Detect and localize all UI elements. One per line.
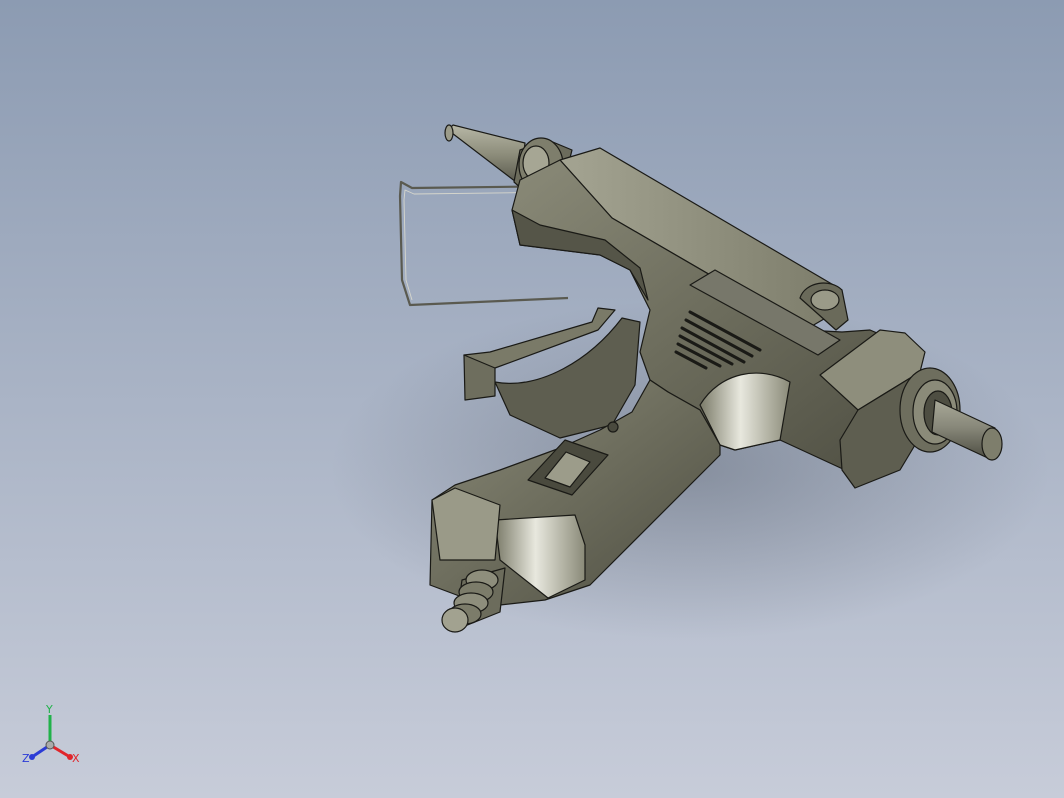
triad-z-label: Z <box>22 752 30 765</box>
model-canvas[interactable]: Y X Z <box>0 0 1064 798</box>
triad-x-label: X <box>72 752 80 765</box>
triad-z-tip <box>29 754 35 760</box>
triad-y-label: Y <box>45 703 53 716</box>
graphics-viewport[interactable]: Y X Z <box>0 0 1064 798</box>
triad-origin <box>45 740 55 750</box>
screw-hole <box>607 421 619 433</box>
